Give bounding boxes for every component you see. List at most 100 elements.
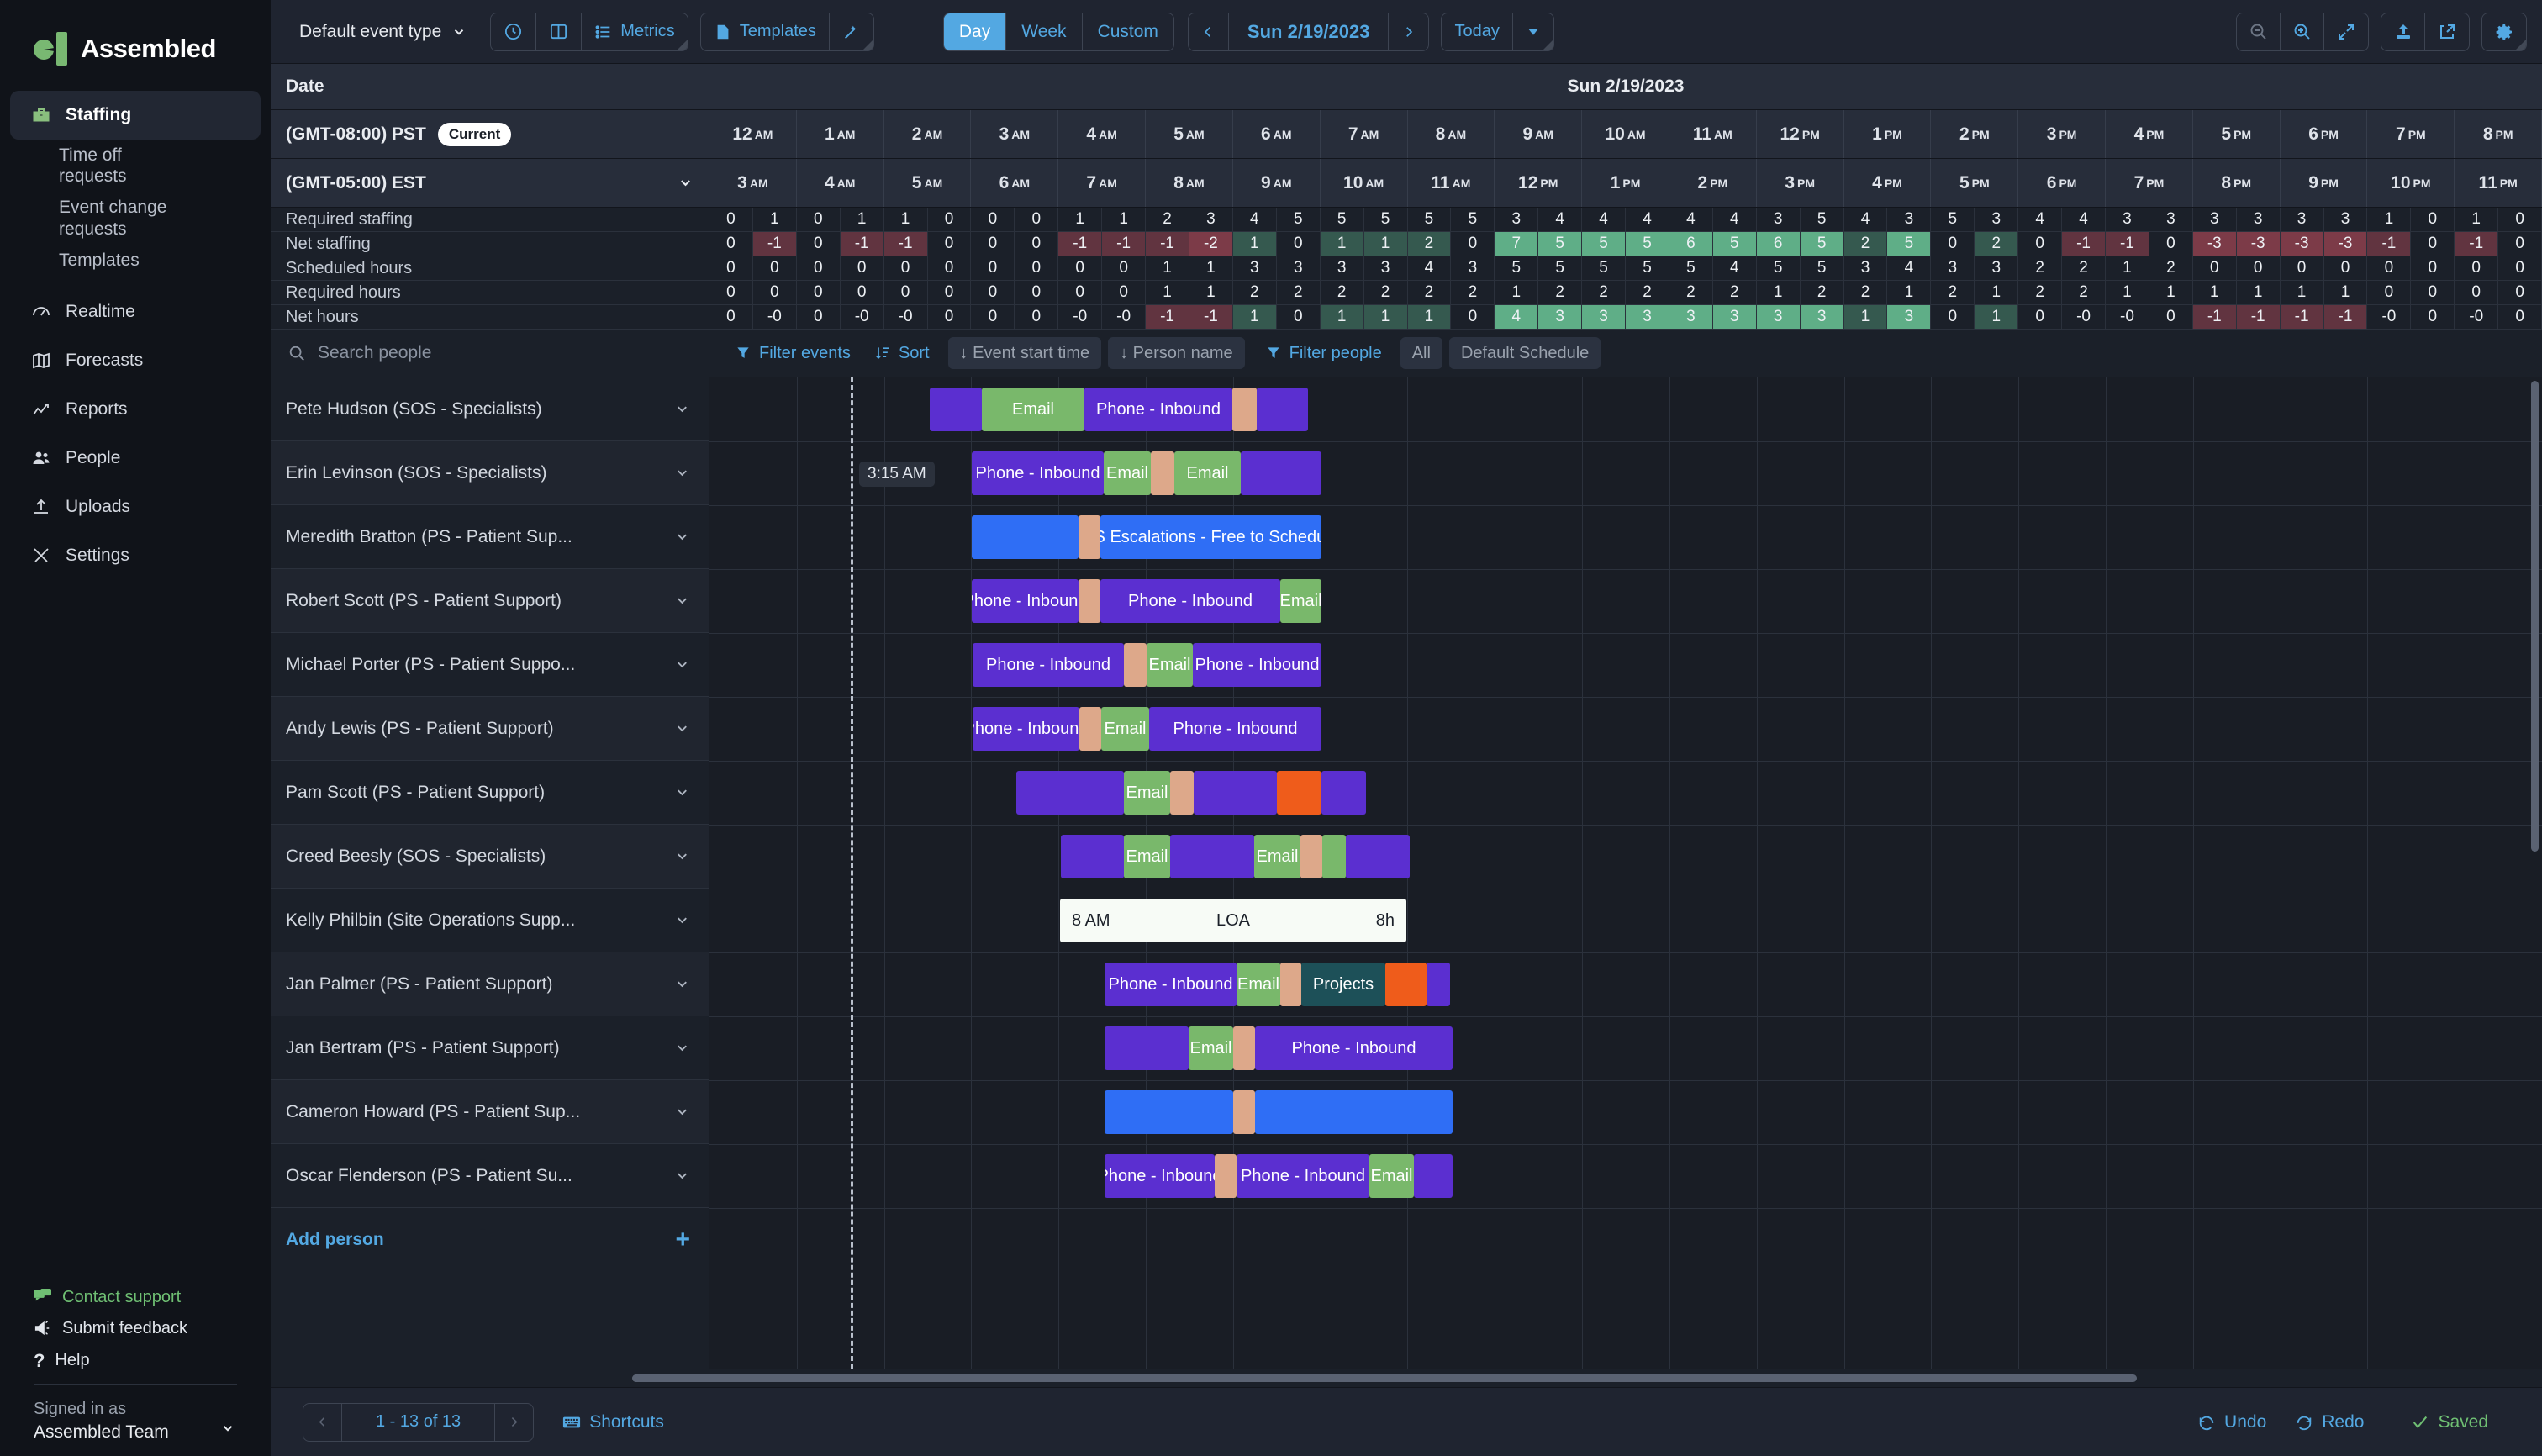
shift-block[interactable]: Phone - Inbound — [972, 579, 1079, 623]
person-row[interactable]: Meredith Bratton (PS - Patient Sup... — [271, 505, 709, 569]
chevron-down-icon[interactable] — [674, 465, 690, 481]
shift-block[interactable]: Projects — [1301, 963, 1385, 1006]
shift-block[interactable] — [1215, 1154, 1237, 1198]
chevron-down-icon[interactable] — [674, 1040, 690, 1056]
current-date-label[interactable]: Sun 2/19/2023 — [1229, 13, 1389, 50]
tab-custom[interactable]: Custom — [1083, 13, 1173, 50]
chevron-down-icon[interactable] — [674, 401, 690, 417]
sidebar-item-people[interactable]: People — [10, 434, 261, 483]
shift-block[interactable]: Email — [1237, 963, 1280, 1006]
horizontal-scrollbar[interactable] — [632, 1374, 2137, 1382]
sidebar-item-templates[interactable]: Templates — [0, 245, 193, 276]
shift-block[interactable]: Phone - Inbound — [1100, 579, 1280, 623]
contact-support-link[interactable]: Contact support — [34, 1288, 271, 1307]
person-row[interactable]: Cameron Howard (PS - Patient Sup... — [271, 1080, 709, 1144]
shift-block[interactable]: Email — [1189, 1026, 1233, 1070]
people-timeline-column[interactable]: 3:15 AM Email Phone - Inbound Phone - Inbou… — [709, 377, 2542, 1369]
prev-page-button[interactable] — [303, 1403, 342, 1441]
tab-day[interactable]: Day — [943, 13, 1007, 50]
shift-block[interactable] — [1321, 771, 1366, 815]
chevron-down-icon[interactable] — [674, 720, 690, 736]
shift-block[interactable] — [1322, 835, 1346, 878]
shift-block[interactable] — [1079, 579, 1100, 623]
person-row[interactable]: Andy Lewis (PS - Patient Support) — [271, 697, 709, 761]
chevron-down-icon[interactable] — [674, 912, 690, 928]
shift-block[interactable] — [1151, 451, 1174, 495]
person-row[interactable]: Jan Palmer (PS - Patient Support) — [271, 952, 709, 1016]
shift-block[interactable]: Email — [1104, 451, 1151, 495]
expand-button[interactable] — [2324, 13, 2368, 50]
shift-block[interactable] — [1079, 515, 1100, 559]
person-row[interactable]: Robert Scott (PS - Patient Support) — [271, 569, 709, 633]
today-dropdown-button[interactable] — [1513, 13, 1553, 50]
shift-block[interactable] — [1280, 963, 1301, 1006]
sidebar-item-realtime[interactable]: Realtime — [10, 288, 261, 336]
filter-people-button[interactable]: Filter people — [1253, 344, 1394, 363]
shift-block[interactable] — [1170, 835, 1254, 878]
add-person-button[interactable]: Add person + — [271, 1208, 709, 1272]
person-row[interactable]: Creed Beesly (SOS - Specialists) — [271, 825, 709, 889]
person-row[interactable]: Pam Scott (PS - Patient Support) — [271, 761, 709, 825]
sidebar-item-event-change-requests[interactable]: Event change requests — [0, 192, 193, 244]
shift-block[interactable]: Phone - Inbound — [1105, 1154, 1215, 1198]
chevron-down-icon[interactable] — [674, 976, 690, 992]
shift-block[interactable] — [972, 515, 1079, 559]
chevron-down-icon[interactable] — [674, 1104, 690, 1120]
templates-button[interactable]: Templates — [701, 13, 830, 50]
gear-button[interactable] — [2482, 13, 2526, 50]
shift-block[interactable]: Phone - Inbound — [972, 451, 1104, 495]
shift-block[interactable] — [1277, 771, 1321, 815]
metrics-button[interactable]: Metrics — [582, 13, 687, 50]
chevron-down-icon[interactable] — [674, 1168, 690, 1184]
shift-block[interactable] — [1016, 771, 1124, 815]
shift-block[interactable]: Email — [1254, 835, 1300, 878]
people-chip-default-schedule[interactable]: Default Schedule — [1448, 337, 1601, 369]
shift-block[interactable] — [1300, 835, 1322, 878]
sort-button[interactable]: Sort — [862, 344, 941, 363]
shift-block[interactable]: Phone - Inbound — [1105, 963, 1237, 1006]
sidebar-item-reports[interactable]: Reports — [10, 385, 261, 434]
chevron-down-icon[interactable] — [678, 175, 694, 191]
sidebar-item-uploads[interactable]: Uploads — [10, 483, 261, 531]
shift-block[interactable]: Phone - Inbound — [1149, 707, 1321, 751]
chevron-down-icon[interactable] — [674, 529, 690, 545]
shortcuts-button[interactable]: Shortcuts — [562, 1412, 664, 1432]
today-button[interactable]: Today — [1442, 13, 1513, 50]
chevron-down-icon[interactable] — [674, 848, 690, 864]
shift-block[interactable]: Email — [1147, 643, 1193, 687]
shift-block[interactable] — [1385, 963, 1427, 1006]
event-type-select[interactable]: Default event type — [287, 22, 478, 42]
shift-block[interactable]: Email — [1101, 707, 1149, 751]
sidebar-item-forecasts[interactable]: Forecasts — [10, 336, 261, 385]
shift-block[interactable]: Phone - Inbound — [1237, 1154, 1369, 1198]
vertical-scrollbar[interactable] — [2531, 381, 2539, 852]
shift-block[interactable]: Email — [982, 388, 1084, 431]
shift-block[interactable] — [1233, 1026, 1255, 1070]
clock-view-button[interactable] — [491, 13, 537, 50]
shift-block[interactable] — [1414, 1154, 1453, 1198]
shift-block[interactable] — [1255, 1090, 1453, 1134]
shift-block[interactable]: Email — [1369, 1154, 1414, 1198]
shift-block[interactable] — [1427, 963, 1450, 1006]
account-switcher[interactable]: Assembled Team — [34, 1421, 235, 1444]
sidebar-item-time-off-requests[interactable]: Time off requests — [0, 140, 193, 192]
shift-block[interactable] — [930, 388, 982, 431]
shift-block[interactable] — [1124, 643, 1147, 687]
sidebar-item-settings[interactable]: Settings — [10, 531, 261, 580]
person-row[interactable]: Michael Porter (PS - Patient Suppo... — [271, 633, 709, 697]
next-day-button[interactable] — [1388, 13, 1428, 50]
undo-button[interactable]: Undo — [2197, 1412, 2266, 1432]
sort-chip-event-start-time[interactable]: ↓ Event start time — [947, 337, 1102, 369]
redo-button[interactable]: Redo — [2295, 1412, 2364, 1432]
shift-block[interactable]: Phone - Inbound — [1084, 388, 1232, 431]
share-button[interactable] — [2425, 13, 2469, 50]
next-page-button[interactable] — [494, 1403, 533, 1441]
shift-block[interactable]: PS Escalations - Free to Schedule — [1100, 515, 1321, 559]
filter-events-button[interactable]: Filter events — [723, 344, 862, 363]
person-row[interactable]: Erin Levinson (SOS - Specialists) — [271, 441, 709, 505]
shift-block[interactable] — [1257, 388, 1308, 431]
brand-logo[interactable]: Assembled — [0, 5, 271, 91]
upload-button[interactable] — [2381, 13, 2425, 50]
chevron-down-icon[interactable] — [674, 593, 690, 609]
shift-block[interactable]: Phone - Inbound — [1193, 643, 1321, 687]
